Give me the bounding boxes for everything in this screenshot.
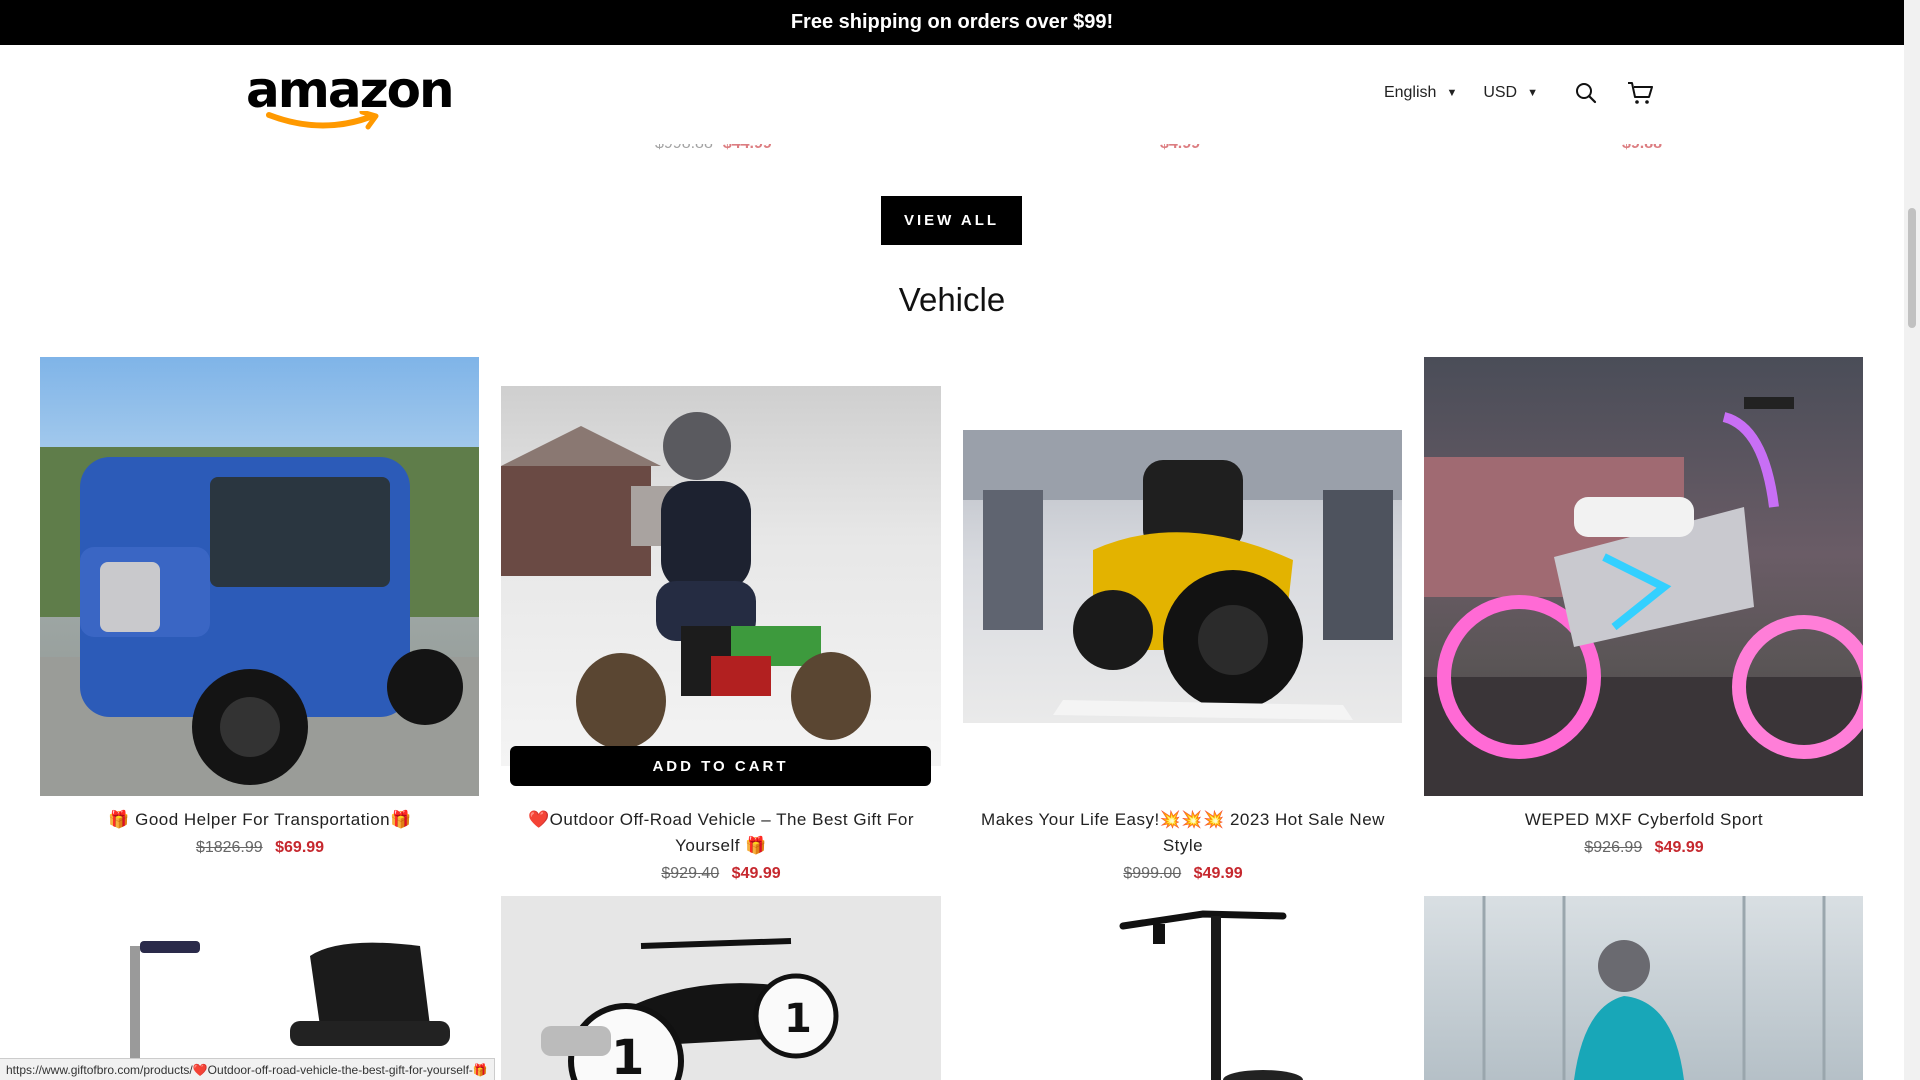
cart-icon[interactable]: [1626, 79, 1654, 107]
product-price: $926.99 $49.99: [1424, 839, 1864, 857]
product-title[interactable]: ❤️Outdoor Off-Road Vehicle – The Best Gi…: [501, 807, 941, 859]
original-price: $1826.99: [195, 839, 263, 856]
page: Free shipping on orders over $99! amazon…: [0, 0, 1920, 1080]
add-to-cart-button[interactable]: ADD TO CART: [510, 746, 931, 786]
svg-text:1: 1: [784, 996, 812, 1042]
product-image[interactable]: 1 1: [501, 896, 941, 1080]
product-title[interactable]: WEPED MXF Cyberfold Sport: [1424, 807, 1864, 833]
sale-price: $69.99: [275, 839, 325, 856]
scrollbar-thumb[interactable]: [1908, 208, 1916, 328]
product-image[interactable]: [963, 430, 1402, 723]
product-price: $929.40 $49.99: [501, 865, 941, 883]
product-price: $1826.99 $69.99: [40, 839, 480, 857]
view-all-button[interactable]: VIEW ALL: [881, 196, 1022, 245]
sale-price: $49.99: [1654, 839, 1704, 856]
announcement-bar: Free shipping on orders over $99!: [0, 0, 1904, 45]
product-image[interactable]: [501, 386, 941, 766]
logo-smile-icon: [266, 111, 379, 130]
product-image[interactable]: [40, 896, 479, 1080]
product-image[interactable]: [1424, 357, 1863, 796]
section-title: Vehicle: [898, 281, 1006, 318]
chevron-down-icon: ▼: [1527, 87, 1538, 99]
announcement-text: Free shipping on orders over $99!: [790, 11, 1114, 33]
currency-select[interactable]: USD ▼: [1483, 84, 1538, 102]
original-price: $926.99: [1584, 839, 1643, 856]
language-value: English: [1383, 84, 1437, 101]
product-title[interactable]: 🎁 Good Helper For Transportation🎁: [40, 807, 480, 833]
sale-price: $49.99: [1193, 865, 1243, 882]
product-image[interactable]: [40, 357, 479, 796]
site-header: amazon English ▼ USD ▼: [0, 45, 1904, 137]
price: $9.88: [1622, 135, 1663, 152]
store-logo[interactable]: amazon: [246, 61, 455, 133]
sale-price: $49.99: [731, 865, 781, 882]
product-image[interactable]: [1424, 896, 1863, 1080]
scrollbar[interactable]: [1904, 0, 1920, 1080]
product-price: $999.00 $49.99: [963, 865, 1403, 883]
product-image[interactable]: [963, 896, 1402, 1080]
header-actions: English ▼ USD ▼: [1384, 81, 1654, 105]
currency-value: USD: [1483, 84, 1518, 101]
original-price: $929.40: [661, 865, 720, 882]
product-title[interactable]: Makes Your Life Easy!💥💥💥 2023 Hot Sale N…: [963, 807, 1403, 859]
price: $4.99: [1160, 135, 1201, 152]
original-price: $999.00: [1123, 865, 1182, 882]
chevron-down-icon: ▼: [1446, 87, 1458, 99]
language-select[interactable]: English ▼: [1384, 84, 1457, 102]
svg-text:1: 1: [611, 1030, 644, 1080]
logo-text: amazon: [246, 61, 455, 119]
status-bar-url: https://www.giftofbro.com/products/❤️Out…: [0, 1058, 495, 1080]
search-icon[interactable]: [1572, 79, 1600, 107]
previous-section-prices: $998.88 $44.99 $4.99 $9.88: [0, 135, 1904, 155]
price: $998.88 $44.99: [655, 135, 772, 152]
